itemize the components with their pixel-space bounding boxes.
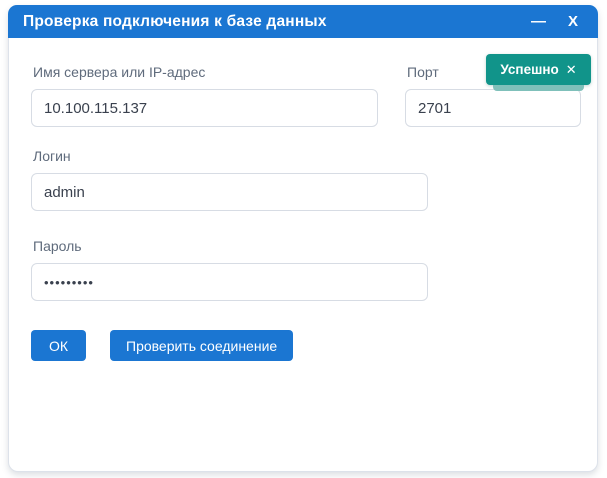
window-controls: — X [527,12,582,31]
close-button[interactable]: X [564,12,582,31]
ok-button[interactable]: ОК [31,330,86,361]
toast-progress-strip [493,85,584,91]
server-field-group: Имя сервера или IP-адрес [31,64,378,127]
check-connection-button[interactable]: Проверить соединение [110,330,294,361]
port-input[interactable] [405,89,581,127]
success-toast-label: Успешно [500,62,559,77]
toast-close-icon[interactable]: ✕ [566,63,577,76]
login-input[interactable] [31,173,428,211]
success-toast: Успешно ✕ [486,54,591,91]
db-connection-dialog: Проверка подключения к базе данных — X И… [8,5,598,472]
password-input[interactable] [31,263,428,301]
server-input[interactable] [31,89,378,127]
password-label: Пароль [33,238,82,254]
password-field-group: Пароль [31,238,575,301]
screen: Проверка подключения к базе данных — X И… [0,0,607,478]
login-label: Логин [33,148,71,164]
dialog-title: Проверка подключения к базе данных [23,12,327,30]
dialog-titlebar[interactable]: Проверка подключения к базе данных — X [8,5,598,38]
minimize-button[interactable]: — [527,12,550,31]
login-field-group: Логин [31,148,575,211]
dialog-actions: ОК Проверить соединение [31,330,575,361]
success-toast-body: Успешно ✕ [486,54,591,85]
server-label: Имя сервера или IP-адрес [33,64,206,80]
